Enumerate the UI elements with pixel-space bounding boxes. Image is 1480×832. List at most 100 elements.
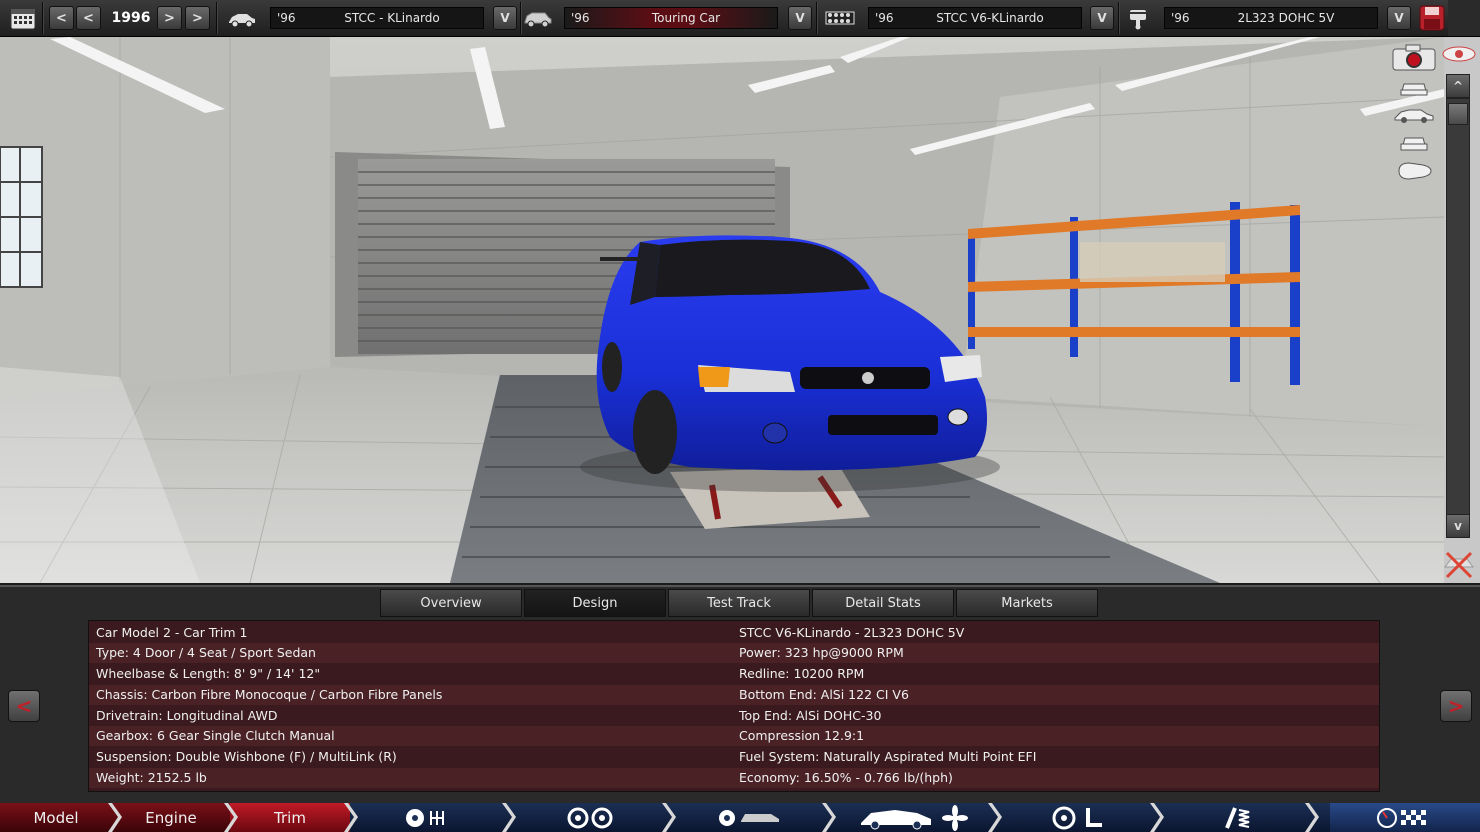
tyres-icon [567, 807, 613, 828]
toolbar-separator [1118, 2, 1120, 34]
car-summary-box: Car Model 2 - Car Trim 1 STCC V6-KLinard… [88, 620, 1380, 792]
garage-3d-viewport[interactable] [0, 37, 1444, 583]
nav-chevron [662, 803, 676, 832]
nav-chevron [108, 803, 122, 832]
spring-shock-icon [1225, 806, 1250, 829]
car-type-text: Type: 4 Door / 4 Seat / Sport Sedan [96, 645, 316, 660]
next-page-button[interactable]: > [1440, 690, 1472, 722]
engine-variant-name: 2L323 DOHC 5V [1237, 11, 1335, 25]
nav-trim-label: Trim [274, 808, 306, 827]
nav-aero-cooling[interactable] [845, 803, 985, 832]
toolbar-separator [816, 2, 818, 34]
engine-family-dropdown-button[interactable]: V [1090, 6, 1114, 30]
car-trim-icon [522, 8, 554, 30]
car-model-icon [226, 8, 258, 30]
info-row: Wheelbase & Length: 8' 9" / 14' 12" Redl… [89, 664, 1379, 684]
info-row: Drivetrain: Longitudinal AWD Top End: Al… [89, 706, 1379, 726]
engine-family-name: STCC V6-KLinardo [936, 11, 1044, 25]
engine-family-field[interactable]: '96 STCC V6-KLinardo [868, 7, 1082, 29]
nav-engine[interactable]: Engine [112, 803, 230, 832]
nav-wheels-drivetrain[interactable] [360, 803, 500, 832]
car-model-field[interactable]: '96 STCC - KLinardo [270, 7, 484, 29]
nav-body[interactable] [680, 803, 820, 832]
nav-chevron [224, 803, 238, 832]
engine-name-text: STCC V6-KLinardo - 2L323 DOHC 5V [739, 625, 965, 640]
info-row: Suspension: Double Wishbone (F) / MultiL… [89, 747, 1379, 767]
economy-text: Economy: 16.50% - 0.766 lb/(hph) [739, 770, 953, 785]
prev-page-button[interactable]: < [8, 690, 40, 722]
year-display: 1996 [111, 10, 151, 26]
nav-model-label: Model [33, 808, 79, 827]
piston-icon [1124, 8, 1152, 30]
wheel-gearbox-icon [406, 808, 444, 827]
eye-icon[interactable] [1440, 44, 1478, 64]
year-next-button[interactable]: > [157, 6, 182, 30]
tab-design[interactable]: Design [524, 589, 666, 617]
wheelbase-length-text: Wheelbase & Length: 8' 9" / 14' 12" [96, 666, 321, 681]
toolbar-end-spacer [1448, 0, 1480, 36]
car-trim-field[interactable]: '96 Touring Car [564, 7, 778, 29]
engine-variant-year: '96 [1171, 11, 1190, 25]
info-row: Car Model 2 - Car Trim 1 STCC V6-KLinard… [89, 623, 1379, 643]
scroll-up-button[interactable]: ^ [1446, 74, 1470, 98]
car-trim-dropdown-button[interactable]: V [788, 6, 812, 30]
gearbox-text: Gearbox: 6 Gear Single Clutch Manual [96, 728, 335, 743]
car-name-text: Car Model 2 - Car Trim 1 [96, 625, 248, 640]
nav-suspension[interactable] [1172, 803, 1302, 832]
info-tabs: Overview Design Test Track Detail Stats … [380, 589, 1100, 617]
engine-variant-dropdown-button[interactable]: V [1387, 6, 1411, 30]
weight-text: Weight: 2152.5 lb [96, 770, 207, 785]
reset-view-icon[interactable] [1440, 548, 1478, 580]
nav-interior[interactable] [1010, 803, 1150, 832]
nav-test-drive[interactable] [1330, 803, 1480, 832]
car-model-dropdown-button[interactable]: V [493, 6, 517, 30]
steering-seat-icon [1052, 806, 1102, 829]
info-row: Weight: 2152.5 lb Economy: 16.50% - 0.76… [89, 768, 1379, 788]
engine-block-icon [824, 8, 856, 28]
info-row: Chassis: Carbon Fibre Monocoque / Carbon… [89, 685, 1379, 705]
scroll-thumb[interactable] [1448, 103, 1468, 125]
top-end-text: Top End: AlSi DOHC-30 [739, 708, 882, 723]
tab-test-track[interactable]: Test Track [668, 589, 810, 617]
car-front-view-icon[interactable] [1396, 76, 1432, 98]
engine-power-text: Power: 323 hp@9000 RPM [739, 645, 904, 660]
year-prev-button[interactable]: < [76, 6, 101, 30]
drivetrain-text: Drivetrain: Longitudinal AWD [96, 708, 278, 723]
gauge-finish-flag-icon [1377, 807, 1426, 828]
fuel-system-text: Fuel System: Naturally Aspirated Multi P… [739, 749, 1037, 764]
chassis-text: Chassis: Carbon Fibre Monocoque / Carbon… [96, 687, 443, 702]
car-model-name: STCC - KLinardo [344, 11, 440, 25]
year-prev-fast-button[interactable]: < [49, 6, 74, 30]
nav-chevron [1150, 803, 1164, 832]
engine-variant-field[interactable]: '96 2L323 DOHC 5V [1164, 7, 1378, 29]
bottom-end-text: Bottom End: AlSi 122 CI V6 [739, 687, 909, 702]
nav-chevron [1305, 803, 1319, 832]
engine-family-year: '96 [875, 11, 894, 25]
nav-chevron [344, 803, 358, 832]
save-icon[interactable] [1418, 5, 1446, 31]
car-rear-view-icon[interactable] [1396, 132, 1432, 154]
car-model-year: '96 [277, 11, 296, 25]
nav-model[interactable]: Model [0, 803, 112, 832]
nav-chevron [822, 803, 836, 832]
calendar-icon[interactable] [9, 6, 37, 30]
car-trim-year: '96 [571, 11, 590, 25]
camera-icon[interactable] [1392, 43, 1436, 71]
tab-markets[interactable]: Markets [956, 589, 1098, 617]
toolbar-separator [216, 2, 218, 34]
suspension-text: Suspension: Double Wishbone (F) / MultiL… [96, 749, 397, 764]
compression-text: Compression 12.9:1 [739, 728, 865, 743]
info-row: Gearbox: 6 Gear Single Clutch Manual Com… [89, 726, 1379, 746]
car-side-view-icon[interactable] [1392, 104, 1436, 126]
car-trim-name: Touring Car [651, 11, 721, 25]
tab-overview[interactable]: Overview [380, 589, 522, 617]
nav-trim[interactable]: Trim [230, 803, 350, 832]
tab-detail-stats[interactable]: Detail Stats [812, 589, 954, 617]
year-next-fast-button[interactable]: > [185, 6, 210, 30]
scroll-down-button[interactable]: v [1446, 514, 1470, 538]
zoom-scrollbar[interactable] [1446, 98, 1470, 515]
car-top-view-icon[interactable] [1394, 158, 1434, 184]
redline-text: Redline: 10200 RPM [739, 666, 865, 681]
nav-wheels[interactable] [520, 803, 660, 832]
body-panel-icon [719, 809, 779, 826]
